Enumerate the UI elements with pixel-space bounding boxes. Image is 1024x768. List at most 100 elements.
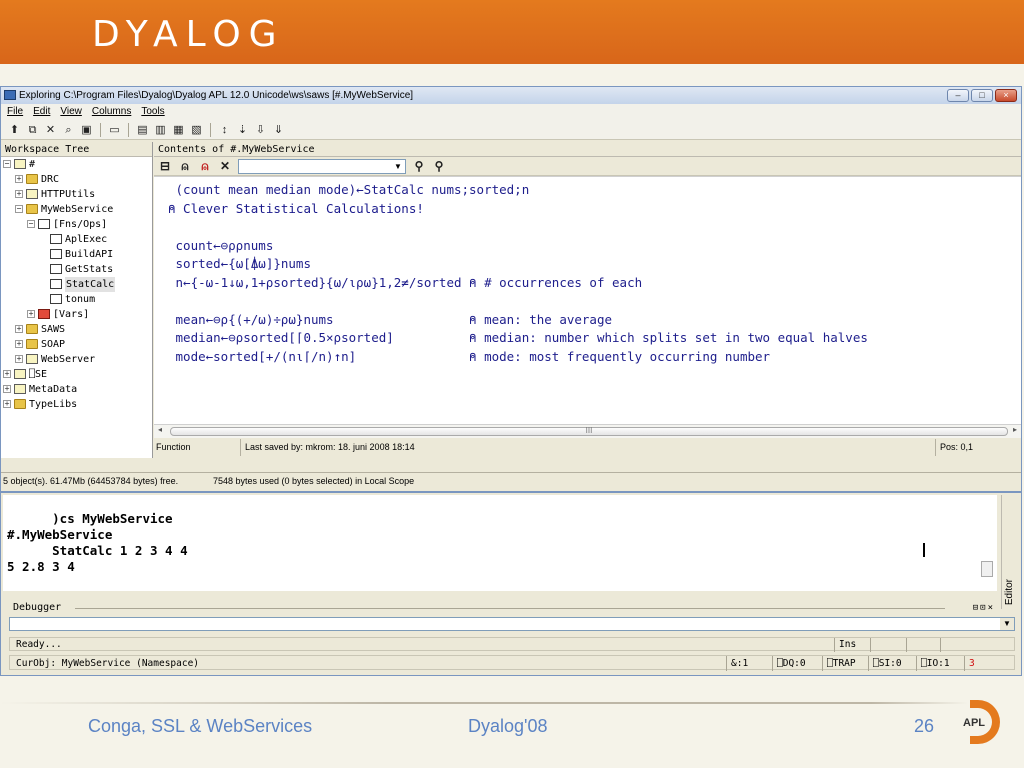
debugger-combo[interactable]: ▼ xyxy=(9,617,1015,631)
toolbar-separator xyxy=(128,122,129,137)
insert-mode: Ins xyxy=(834,638,870,652)
expand-icon[interactable]: + xyxy=(3,400,11,408)
function-icon xyxy=(50,279,62,289)
explorer-panes: Workspace Tree − # + DRC + HTTPUtils − MyWebSer… xyxy=(1,142,1021,458)
up-folder-icon[interactable]: ⬆ xyxy=(7,123,22,137)
scroll-thumb[interactable]: III xyxy=(170,427,1008,436)
tree-item-label: GetStats xyxy=(65,264,114,275)
new-folder-icon[interactable]: ▭ xyxy=(107,123,122,137)
function-editor[interactable]: (count mean median mode)←StatCalc nums;s… xyxy=(154,176,1021,424)
tree-item[interactable]: AplExec xyxy=(1,232,152,247)
expand-icon[interactable]: + xyxy=(15,340,23,348)
tree-item[interactable]: + WebServer xyxy=(1,352,152,367)
editor-tab[interactable]: Editor xyxy=(1001,495,1019,609)
tree-item[interactable]: − # xyxy=(1,157,152,172)
workspace-tree-header: Workspace Tree xyxy=(1,142,152,157)
tree-item-label: # xyxy=(29,159,36,170)
sort-by-type-icon[interactable]: ⇣ xyxy=(235,123,250,137)
uncomment-icon[interactable]: ⍝ xyxy=(198,159,212,174)
window-titlebar[interactable]: Exploring C:\Program Files\Dyalog\Dyalog… xyxy=(1,87,1021,104)
session-scrollbar[interactable] xyxy=(981,561,995,591)
footer-title: Conga, SSL & WebServices xyxy=(88,716,313,736)
scroll-thumb[interactable] xyxy=(981,561,993,577)
collapse-icon[interactable]: − xyxy=(15,205,23,213)
apl-logo: APL xyxy=(963,700,1000,744)
tree-item[interactable]: GetStats xyxy=(1,262,152,277)
find-icon[interactable]: ⚲ xyxy=(412,159,426,173)
properties-icon[interactable]: ▣ xyxy=(79,123,94,137)
expand-icon[interactable]: + xyxy=(3,385,11,393)
expand-icon[interactable]: + xyxy=(3,370,11,378)
scroll-right-icon[interactable]: ▸ xyxy=(1013,425,1017,434)
contents-header: Contents of #.MyWebService xyxy=(154,142,1021,157)
maximize-button[interactable]: □ xyxy=(971,89,993,102)
ready-status: Ready... xyxy=(16,639,62,650)
menu-file[interactable]: File xyxy=(7,104,23,120)
copy-icon[interactable]: ⧉ xyxy=(25,123,40,137)
tree-item[interactable]: StatCalc xyxy=(1,277,152,292)
expand-icon[interactable]: + xyxy=(27,310,35,318)
expand-icon[interactable]: + xyxy=(15,325,23,333)
scroll-grip: III xyxy=(585,426,593,435)
tree-item[interactable]: + MetaData xyxy=(1,382,152,397)
tree-item[interactable]: + [Vars] xyxy=(1,307,152,322)
find-next-icon[interactable]: ⚲ xyxy=(432,159,446,173)
expand-icon[interactable]: + xyxy=(15,190,23,198)
tree-item-label: WebServer xyxy=(41,354,96,365)
menu-columns[interactable]: Columns xyxy=(92,104,131,120)
code-line: mean←⊖⍴{(+/⍵)÷⍴⍵}nums ⍝ mean: the averag… xyxy=(168,311,613,327)
delete-icon[interactable]: ✕ xyxy=(43,123,58,137)
sort-by-name-icon[interactable]: ↕ xyxy=(217,123,232,137)
memory-status: 5 object(s). 61.47Mb (64453784 bytes) fr… xyxy=(3,476,179,486)
tree-item[interactable]: BuildAPI xyxy=(1,247,152,262)
tree-item[interactable]: − MyWebService xyxy=(1,202,152,217)
debugger-buttons[interactable]: ⊟⊡× xyxy=(973,601,995,615)
scroll-left-icon[interactable]: ◂ xyxy=(158,425,162,434)
tree-item[interactable]: + SAWS xyxy=(1,322,152,337)
tree-item[interactable]: + TypeLibs xyxy=(1,397,152,412)
tree-item[interactable]: − [Fns/Ops] xyxy=(1,217,152,232)
clear-icon[interactable]: ✕ xyxy=(218,159,232,173)
tree-item[interactable]: + DRC xyxy=(1,172,152,187)
tree-item-label: BuildAPI xyxy=(65,249,114,260)
function-icon xyxy=(38,219,50,229)
small-icons-icon[interactable]: ▥ xyxy=(153,123,168,137)
tree-item-label: AplExec xyxy=(65,234,108,245)
horizontal-scrollbar[interactable]: ◂ III ▸ xyxy=(154,424,1021,438)
search-combo[interactable]: ▼ xyxy=(238,158,406,174)
tree-item[interactable]: + SOAP xyxy=(1,337,152,352)
session-log[interactable]: )cs MyWebService #.MyWebService StatCalc … xyxy=(3,495,997,591)
tree-item-label: MetaData xyxy=(29,384,78,395)
expand-icon[interactable]: + xyxy=(15,175,23,183)
comment-icon[interactable]: ⍝ xyxy=(178,159,192,174)
minimize-button[interactable]: – xyxy=(947,89,969,102)
tree-item[interactable]: + ⎕SE xyxy=(1,367,152,382)
sort-by-date-icon[interactable]: ⇓ xyxy=(271,123,286,137)
session-line: )cs MyWebService xyxy=(7,511,173,526)
menu-view[interactable]: View xyxy=(60,104,82,120)
close-button[interactable]: × xyxy=(995,89,1017,102)
menu-edit[interactable]: Edit xyxy=(33,104,50,120)
large-icons-icon[interactable]: ▤ xyxy=(135,123,150,137)
dyalog-logo: DYALOG xyxy=(92,14,285,55)
toolbar-separator xyxy=(100,122,101,137)
chevron-down-icon[interactable]: ▼ xyxy=(1000,618,1014,630)
collapse-icon[interactable]: − xyxy=(3,160,11,168)
tree-item[interactable]: + HTTPUtils xyxy=(1,187,152,202)
list-view-icon[interactable]: ▦ xyxy=(171,123,186,137)
toolbar: ⬆ ⧉ ✕ ⌕ ▣ ▭ ▤ ▥ ▦ ▧ ↕ ⇣ ⇩ ⇓ xyxy=(1,120,1021,140)
expand-icon[interactable]: + xyxy=(15,355,23,363)
menu-tools[interactable]: Tools xyxy=(141,104,164,120)
thread-indicator: &:1 xyxy=(726,656,748,671)
collapse-icon[interactable]: ⊟ xyxy=(158,159,172,173)
workspace-tree: − # + DRC + HTTPUtils − MyWebService − [Fns/Ops] A… xyxy=(1,157,152,412)
find-icon[interactable]: ⌕ xyxy=(61,123,76,137)
chevron-down-icon[interactable]: ▼ xyxy=(391,160,405,173)
collapse-icon[interactable]: − xyxy=(27,220,35,228)
debugger-bar: Debugger ⊟⊡× xyxy=(3,601,999,615)
sort-by-size-icon[interactable]: ⇩ xyxy=(253,123,268,137)
session-window: )cs MyWebService #.MyWebService StatCalc … xyxy=(0,492,1022,676)
details-view-icon[interactable]: ▧ xyxy=(189,123,204,137)
tree-item[interactable]: tonum xyxy=(1,292,152,307)
